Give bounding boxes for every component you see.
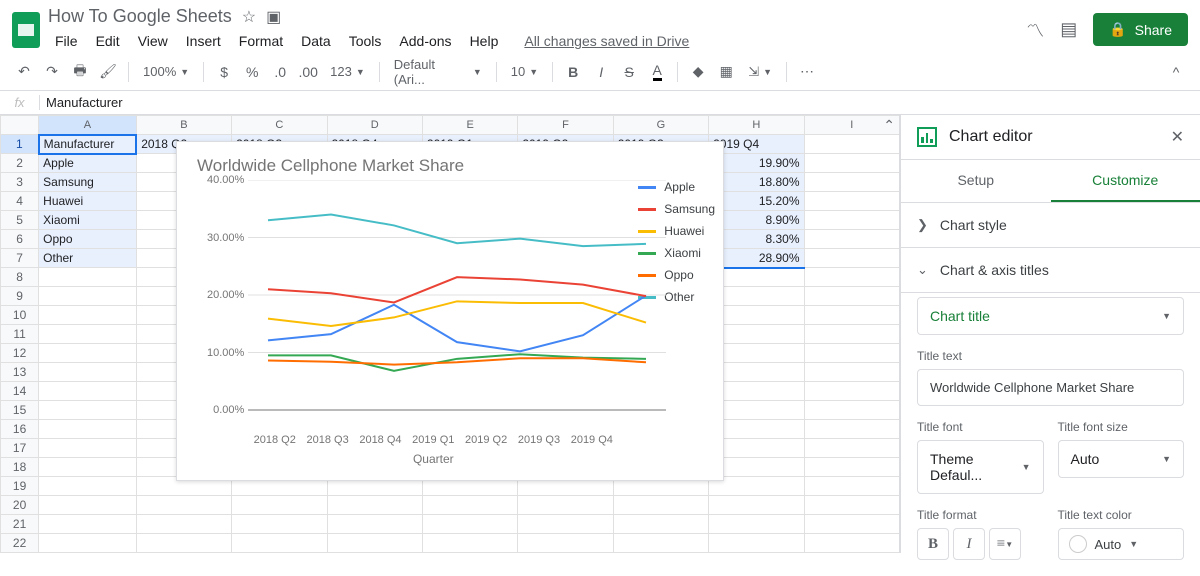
col-header-H[interactable]: H [709, 116, 804, 135]
menu-view[interactable]: View [131, 29, 175, 53]
cell-A6[interactable]: Oppo [39, 230, 137, 249]
title-color-select[interactable]: Auto▼ [1058, 528, 1185, 560]
save-status: All changes saved in Drive [517, 29, 696, 53]
section-chart-axis-titles[interactable]: ⌄ Chart & axis titles [901, 248, 1200, 293]
undo-button[interactable]: ↶ [12, 59, 36, 85]
close-sidebar-button[interactable]: ✕ [1171, 127, 1184, 147]
col-header-B[interactable]: B [136, 116, 231, 135]
section-chart-style[interactable]: ❯ Chart style [901, 203, 1200, 248]
cell-A4[interactable]: Huawei [39, 192, 137, 211]
row-header-2[interactable]: 2 [1, 154, 39, 173]
italic-button[interactable]: I [589, 59, 613, 85]
menu-data[interactable]: Data [294, 29, 338, 53]
title-bold-button[interactable]: B [917, 528, 949, 560]
chart-plot-area: 2018 Q22018 Q32018 Q42019 Q12019 Q22019 … [248, 180, 618, 428]
formula-input[interactable]: Manufacturer [40, 95, 123, 110]
bold-button[interactable]: B [561, 59, 585, 85]
chevron-down-icon: ⌄ [917, 262, 928, 278]
title-text-input[interactable]: Worldwide Cellphone Market Share [917, 369, 1184, 406]
tab-customize[interactable]: Customize [1051, 160, 1200, 202]
lock-icon: 🔒 [1109, 21, 1126, 38]
cell-I1[interactable] [804, 135, 899, 154]
chart-editor-icon [917, 127, 937, 147]
menu-help[interactable]: Help [463, 29, 506, 53]
cell-A7[interactable]: Other [39, 249, 137, 268]
explore-icon[interactable]: 〽 [1026, 17, 1044, 43]
toolbar: ↶ ↷ 🖶 🖌 100%▼ $ % .0 .00 123▼ Default (A… [0, 53, 1200, 91]
dec-increase-button[interactable]: .00 [296, 59, 320, 85]
star-icon[interactable]: ☆ [242, 7, 256, 27]
borders-button[interactable]: ▦ [714, 59, 738, 85]
title-italic-button[interactable]: I [953, 528, 985, 560]
text-color-button[interactable]: A [645, 59, 669, 85]
col-header-E[interactable]: E [422, 116, 517, 135]
zoom-select[interactable]: 100%▼ [137, 64, 195, 79]
menu-insert[interactable]: Insert [179, 29, 228, 53]
menu-bar: File Edit View Insert Format Data Tools … [48, 29, 1018, 53]
cell-A2[interactable]: Apple [39, 154, 137, 173]
chevron-right-icon: ❯ [917, 217, 928, 233]
menu-format[interactable]: Format [232, 29, 290, 53]
comments-icon[interactable]: ▤ [1060, 19, 1077, 40]
title-color-label: Title text color [1058, 508, 1185, 522]
strike-button[interactable]: S [617, 59, 641, 85]
row-header-1[interactable]: 1 [1, 135, 39, 154]
title-font-size-select[interactable]: Auto▼ [1058, 440, 1185, 478]
row-header-6[interactable]: 6 [1, 230, 39, 249]
sheets-logo-icon[interactable] [12, 12, 40, 48]
redo-button[interactable]: ↷ [40, 59, 64, 85]
title-format-label: Title format [917, 508, 1044, 522]
cell-A3[interactable]: Samsung [39, 173, 137, 192]
fx-label: fx [0, 95, 40, 110]
chart-editor-sidebar: Chart editor ✕ Setup Customize ❯ Chart s… [900, 115, 1200, 553]
menu-addons[interactable]: Add-ons [392, 29, 458, 53]
color-swatch-icon [1069, 535, 1087, 553]
title-text-label: Title text [917, 349, 1184, 363]
x-axis-label: Quarter [248, 452, 618, 466]
title-font-size-label: Title font size [1058, 420, 1185, 434]
menu-file[interactable]: File [48, 29, 85, 53]
title-font-label: Title font [917, 420, 1044, 434]
title-type-select[interactable]: Chart title▼ [917, 297, 1184, 335]
currency-button[interactable]: $ [212, 59, 236, 85]
fill-color-button[interactable]: ◆ [686, 59, 710, 85]
menu-edit[interactable]: Edit [89, 29, 127, 53]
title-font-select[interactable]: Theme Defaul...▼ [917, 440, 1044, 494]
share-button[interactable]: 🔒 Share [1093, 13, 1188, 46]
title-align-button[interactable]: ≡▼ [989, 528, 1021, 560]
sidebar-title: Chart editor [949, 128, 1033, 146]
col-header-C[interactable]: C [232, 116, 327, 135]
print-button[interactable]: 🖶 [68, 59, 92, 85]
dec-decrease-button[interactable]: .0 [268, 59, 292, 85]
col-header-D[interactable]: D [327, 116, 422, 135]
share-label: Share [1135, 22, 1172, 38]
scroll-up-icon[interactable]: ⌃ [883, 117, 895, 134]
col-header-G[interactable]: G [613, 116, 708, 135]
more-button[interactable]: ⋯ [795, 59, 819, 85]
chart-title: Worldwide Cellphone Market Share [177, 142, 723, 180]
move-icon[interactable]: ▣ [266, 7, 281, 27]
font-size-select[interactable]: 10▼ [505, 64, 544, 79]
tab-setup[interactable]: Setup [901, 160, 1051, 202]
paint-format-button[interactable]: 🖌 [96, 59, 120, 85]
cell-I2[interactable] [804, 154, 899, 173]
cell-A5[interactable]: Xiaomi [39, 211, 137, 230]
menu-tools[interactable]: Tools [342, 29, 389, 53]
doc-title[interactable]: How To Google Sheets [48, 6, 232, 27]
row-header-3[interactable]: 3 [1, 173, 39, 192]
more-formats[interactable]: 123▼ [324, 64, 371, 79]
select-all-cell[interactable] [1, 116, 39, 135]
font-select[interactable]: Default (Ari...▼ [388, 57, 488, 87]
row-header-5[interactable]: 5 [1, 211, 39, 230]
cell-A1[interactable]: Manufacturer [39, 135, 137, 154]
row-header-7[interactable]: 7 [1, 249, 39, 268]
merge-button[interactable]: ⇲▼ [742, 64, 778, 80]
col-header-F[interactable]: F [518, 116, 613, 135]
collapse-toolbar-icon[interactable]: ^ [1164, 59, 1188, 85]
col-header-A[interactable]: A [39, 116, 137, 135]
row-header-4[interactable]: 4 [1, 192, 39, 211]
percent-button[interactable]: % [240, 59, 264, 85]
embedded-chart[interactable]: Worldwide Cellphone Market Share 2018 Q2… [176, 141, 724, 481]
